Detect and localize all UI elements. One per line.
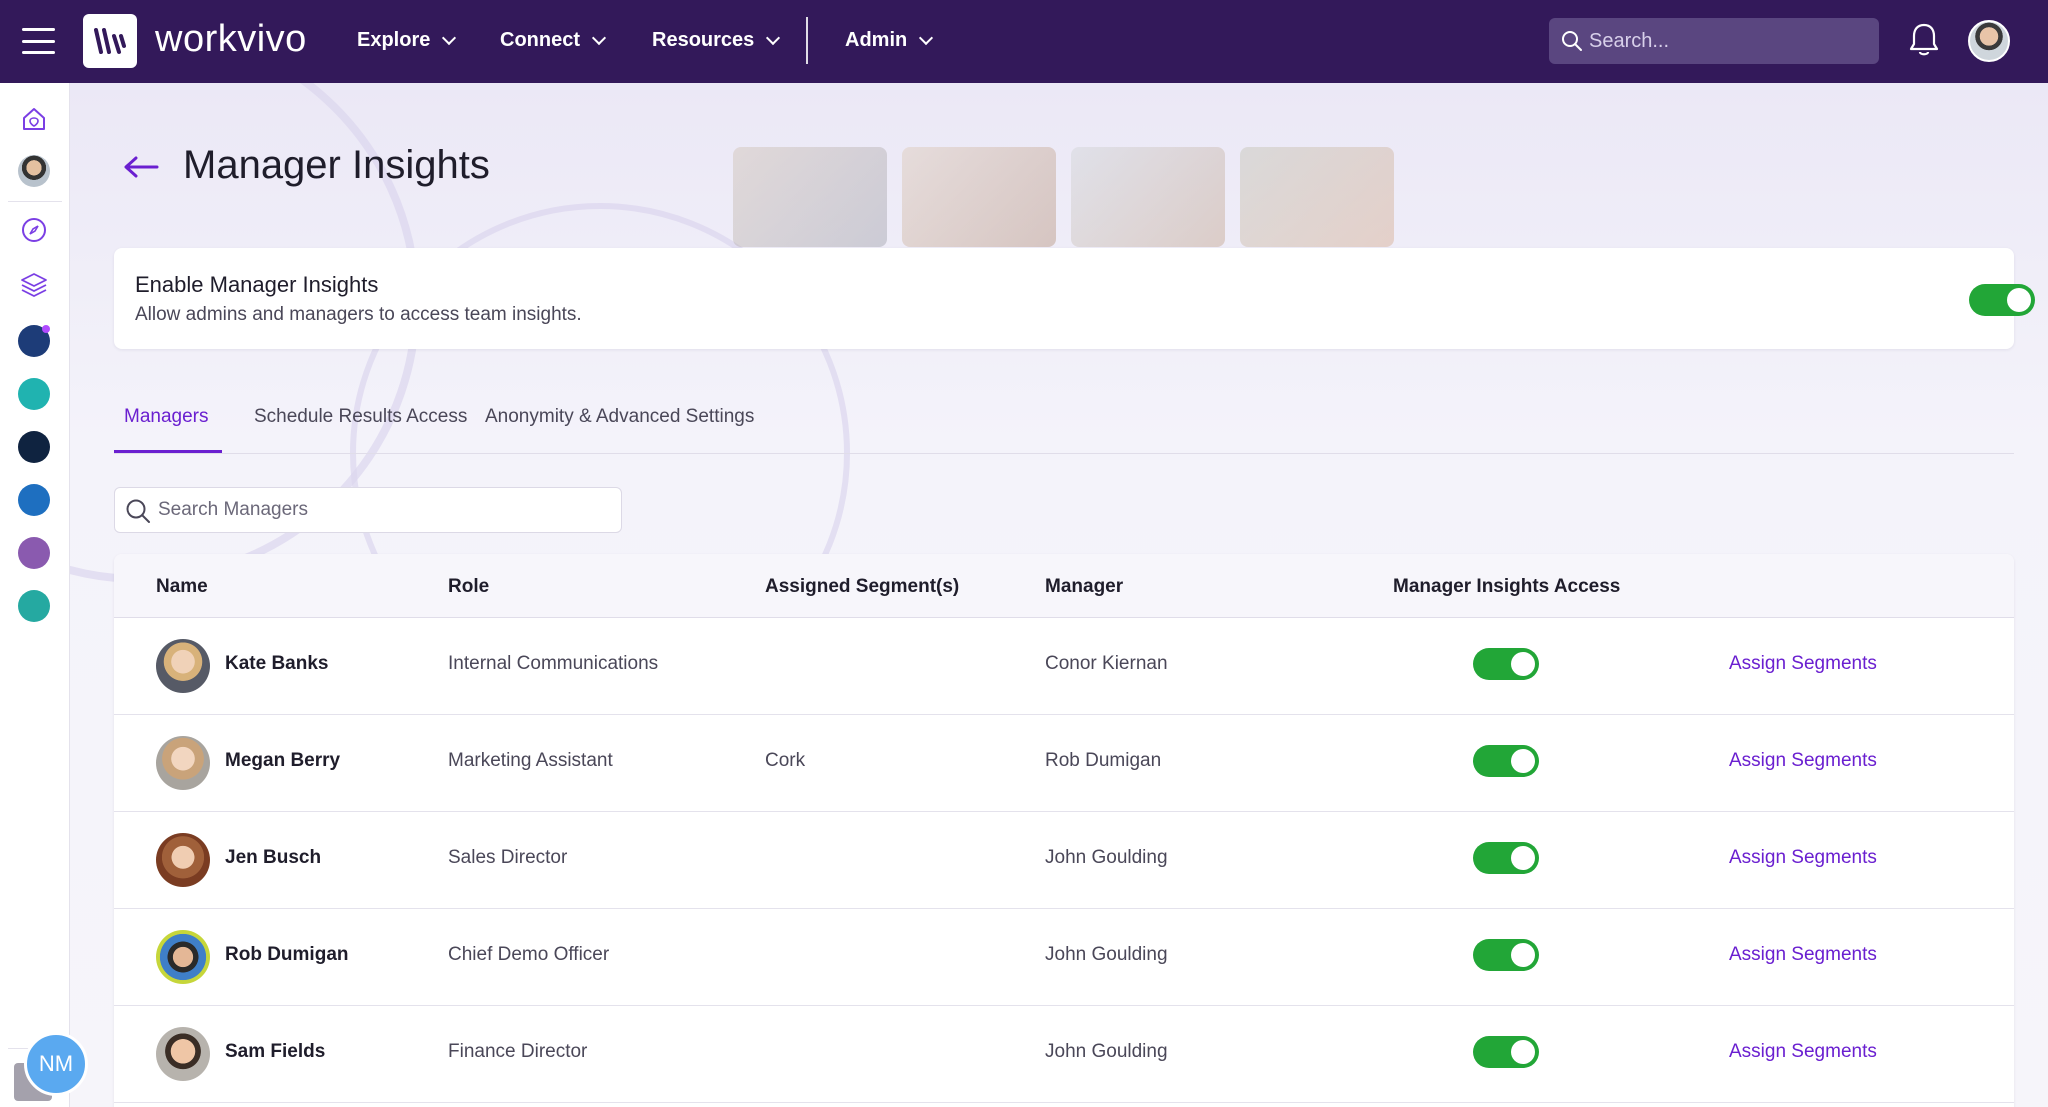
nav-label: Explore — [357, 29, 431, 51]
table-row: Sam Fields Finance Director John Gouldin… — [114, 1006, 2014, 1103]
rail-divider — [8, 201, 62, 202]
manager-name: Jen Busch — [225, 847, 322, 868]
nav-label: Admin — [845, 29, 908, 51]
space-icon[interactable] — [18, 431, 50, 463]
manager-role: Sales Director — [448, 847, 568, 868]
nav-resources[interactable]: Resources — [652, 29, 781, 52]
enable-manager-insights-card: Enable Manager Insights Allow admins and… — [114, 248, 2035, 349]
page-title: Manager Insights — [183, 143, 490, 187]
user-initials-badge[interactable]: NM — [24, 1032, 88, 1096]
access-toggle[interactable] — [1473, 939, 1539, 971]
enable-description: Allow admins and managers to access team… — [135, 304, 582, 325]
table-header: Name Role Assigned Segment(s) Manager Ma… — [114, 554, 2014, 618]
manager-name: Kate Banks — [225, 653, 329, 674]
menu-icon[interactable] — [22, 28, 55, 54]
column-header-manager[interactable]: Manager — [1045, 576, 1123, 598]
nav-label: Connect — [500, 29, 580, 51]
search-placeholder: Search... — [1589, 29, 1670, 52]
active-tab-indicator — [114, 450, 222, 453]
chevron-down-icon — [919, 30, 934, 45]
hero-image — [1071, 147, 1225, 247]
manager-role: Finance Director — [448, 1041, 588, 1062]
access-toggle[interactable] — [1473, 745, 1539, 777]
compass-icon[interactable] — [18, 214, 50, 246]
column-header-access[interactable]: Manager Insights Access — [1393, 576, 1620, 598]
chevron-down-icon — [766, 30, 781, 45]
manager-name: Rob Dumigan — [225, 944, 349, 965]
table-row: Megan Berry Marketing Assistant Cork Rob… — [114, 715, 2014, 812]
column-header-segments[interactable]: Assigned Segment(s) — [765, 576, 959, 598]
home-icon[interactable] — [18, 103, 50, 135]
user-avatar[interactable] — [1968, 20, 2010, 62]
avatar — [156, 833, 210, 887]
tab-anonymity-advanced-settings[interactable]: Anonymity & Advanced Settings — [485, 406, 754, 428]
table-row: Jen Busch Sales Director John Goulding A… — [114, 812, 2014, 909]
space-icon[interactable] — [18, 590, 50, 622]
search-managers-input[interactable]: Search Managers — [114, 487, 622, 533]
enable-title: Enable Manager Insights — [135, 272, 379, 297]
search-placeholder: Search Managers — [158, 499, 308, 520]
column-header-name[interactable]: Name — [156, 576, 208, 598]
managers-table: Name Role Assigned Segment(s) Manager Ma… — [114, 554, 2014, 1107]
assign-segments-link[interactable]: Assign Segments — [1729, 1041, 1877, 1063]
space-icon[interactable] — [18, 537, 50, 569]
tab-schedule-results-access[interactable]: Schedule Results Access — [254, 406, 467, 428]
manager-name: Megan Berry — [225, 750, 341, 771]
search-icon — [1562, 31, 1582, 51]
access-toggle[interactable] — [1473, 1036, 1539, 1068]
profile-avatar[interactable] — [18, 155, 50, 187]
reports-to: John Goulding — [1045, 847, 1168, 868]
chevron-down-icon — [442, 30, 457, 45]
avatar — [156, 639, 210, 693]
column-header-role[interactable]: Role — [448, 576, 489, 598]
back-arrow-icon[interactable] — [123, 155, 159, 179]
manager-role: Marketing Assistant — [448, 750, 613, 771]
assign-segments-link[interactable]: Assign Segments — [1729, 944, 1877, 966]
reports-to: John Goulding — [1045, 1041, 1168, 1062]
top-navigation-bar: workvivo Explore Connect Resources Admin… — [0, 0, 2048, 83]
global-search-input[interactable]: Search... — [1549, 18, 1879, 64]
manager-role: Chief Demo Officer — [448, 944, 610, 965]
chevron-down-icon — [591, 30, 607, 45]
hero-image — [733, 147, 887, 247]
search-icon — [126, 499, 150, 523]
nav-label: Resources — [652, 29, 755, 51]
bell-icon[interactable] — [1908, 22, 1940, 58]
space-icon[interactable] — [18, 325, 50, 357]
hero-image — [902, 147, 1056, 247]
layers-icon[interactable] — [18, 268, 50, 300]
main-content: Manager Insights Enable Manager Insights… — [70, 83, 2048, 1107]
avatar — [156, 1027, 210, 1081]
reports-to: Rob Dumigan — [1045, 750, 1162, 771]
access-toggle[interactable] — [1473, 648, 1539, 680]
nav-explore[interactable]: Explore — [357, 29, 457, 52]
reports-to: John Goulding — [1045, 944, 1168, 965]
brand-name[interactable]: workvivo — [155, 18, 307, 61]
workvivo-logo-icon[interactable] — [83, 14, 137, 68]
tab-bar: Managers Schedule Results Access Anonymi… — [114, 370, 2014, 454]
assign-segments-link[interactable]: Assign Segments — [1729, 750, 1877, 772]
space-icon[interactable] — [18, 484, 50, 516]
nav-connect[interactable]: Connect — [500, 29, 607, 52]
table-row: Kate Banks Internal Communications Conor… — [114, 618, 2014, 715]
assigned-segments: Cork — [765, 750, 806, 771]
tab-managers[interactable]: Managers — [124, 406, 209, 428]
enable-insights-toggle[interactable] — [1969, 284, 2035, 316]
nav-divider — [806, 17, 808, 64]
avatar — [156, 736, 210, 790]
hero-image — [1240, 147, 1394, 247]
manager-role: Internal Communications — [448, 653, 659, 674]
space-icon[interactable] — [18, 378, 50, 410]
table-row: Rob Dumigan Chief Demo Officer John Goul… — [114, 909, 2014, 1006]
assign-segments-link[interactable]: Assign Segments — [1729, 653, 1877, 675]
nav-admin[interactable]: Admin — [845, 29, 934, 52]
access-toggle[interactable] — [1473, 842, 1539, 874]
assign-segments-link[interactable]: Assign Segments — [1729, 847, 1877, 869]
reports-to: Conor Kiernan — [1045, 653, 1168, 674]
manager-name: Sam Fields — [225, 1041, 326, 1062]
avatar — [156, 930, 210, 984]
left-sidebar — [0, 83, 70, 1107]
